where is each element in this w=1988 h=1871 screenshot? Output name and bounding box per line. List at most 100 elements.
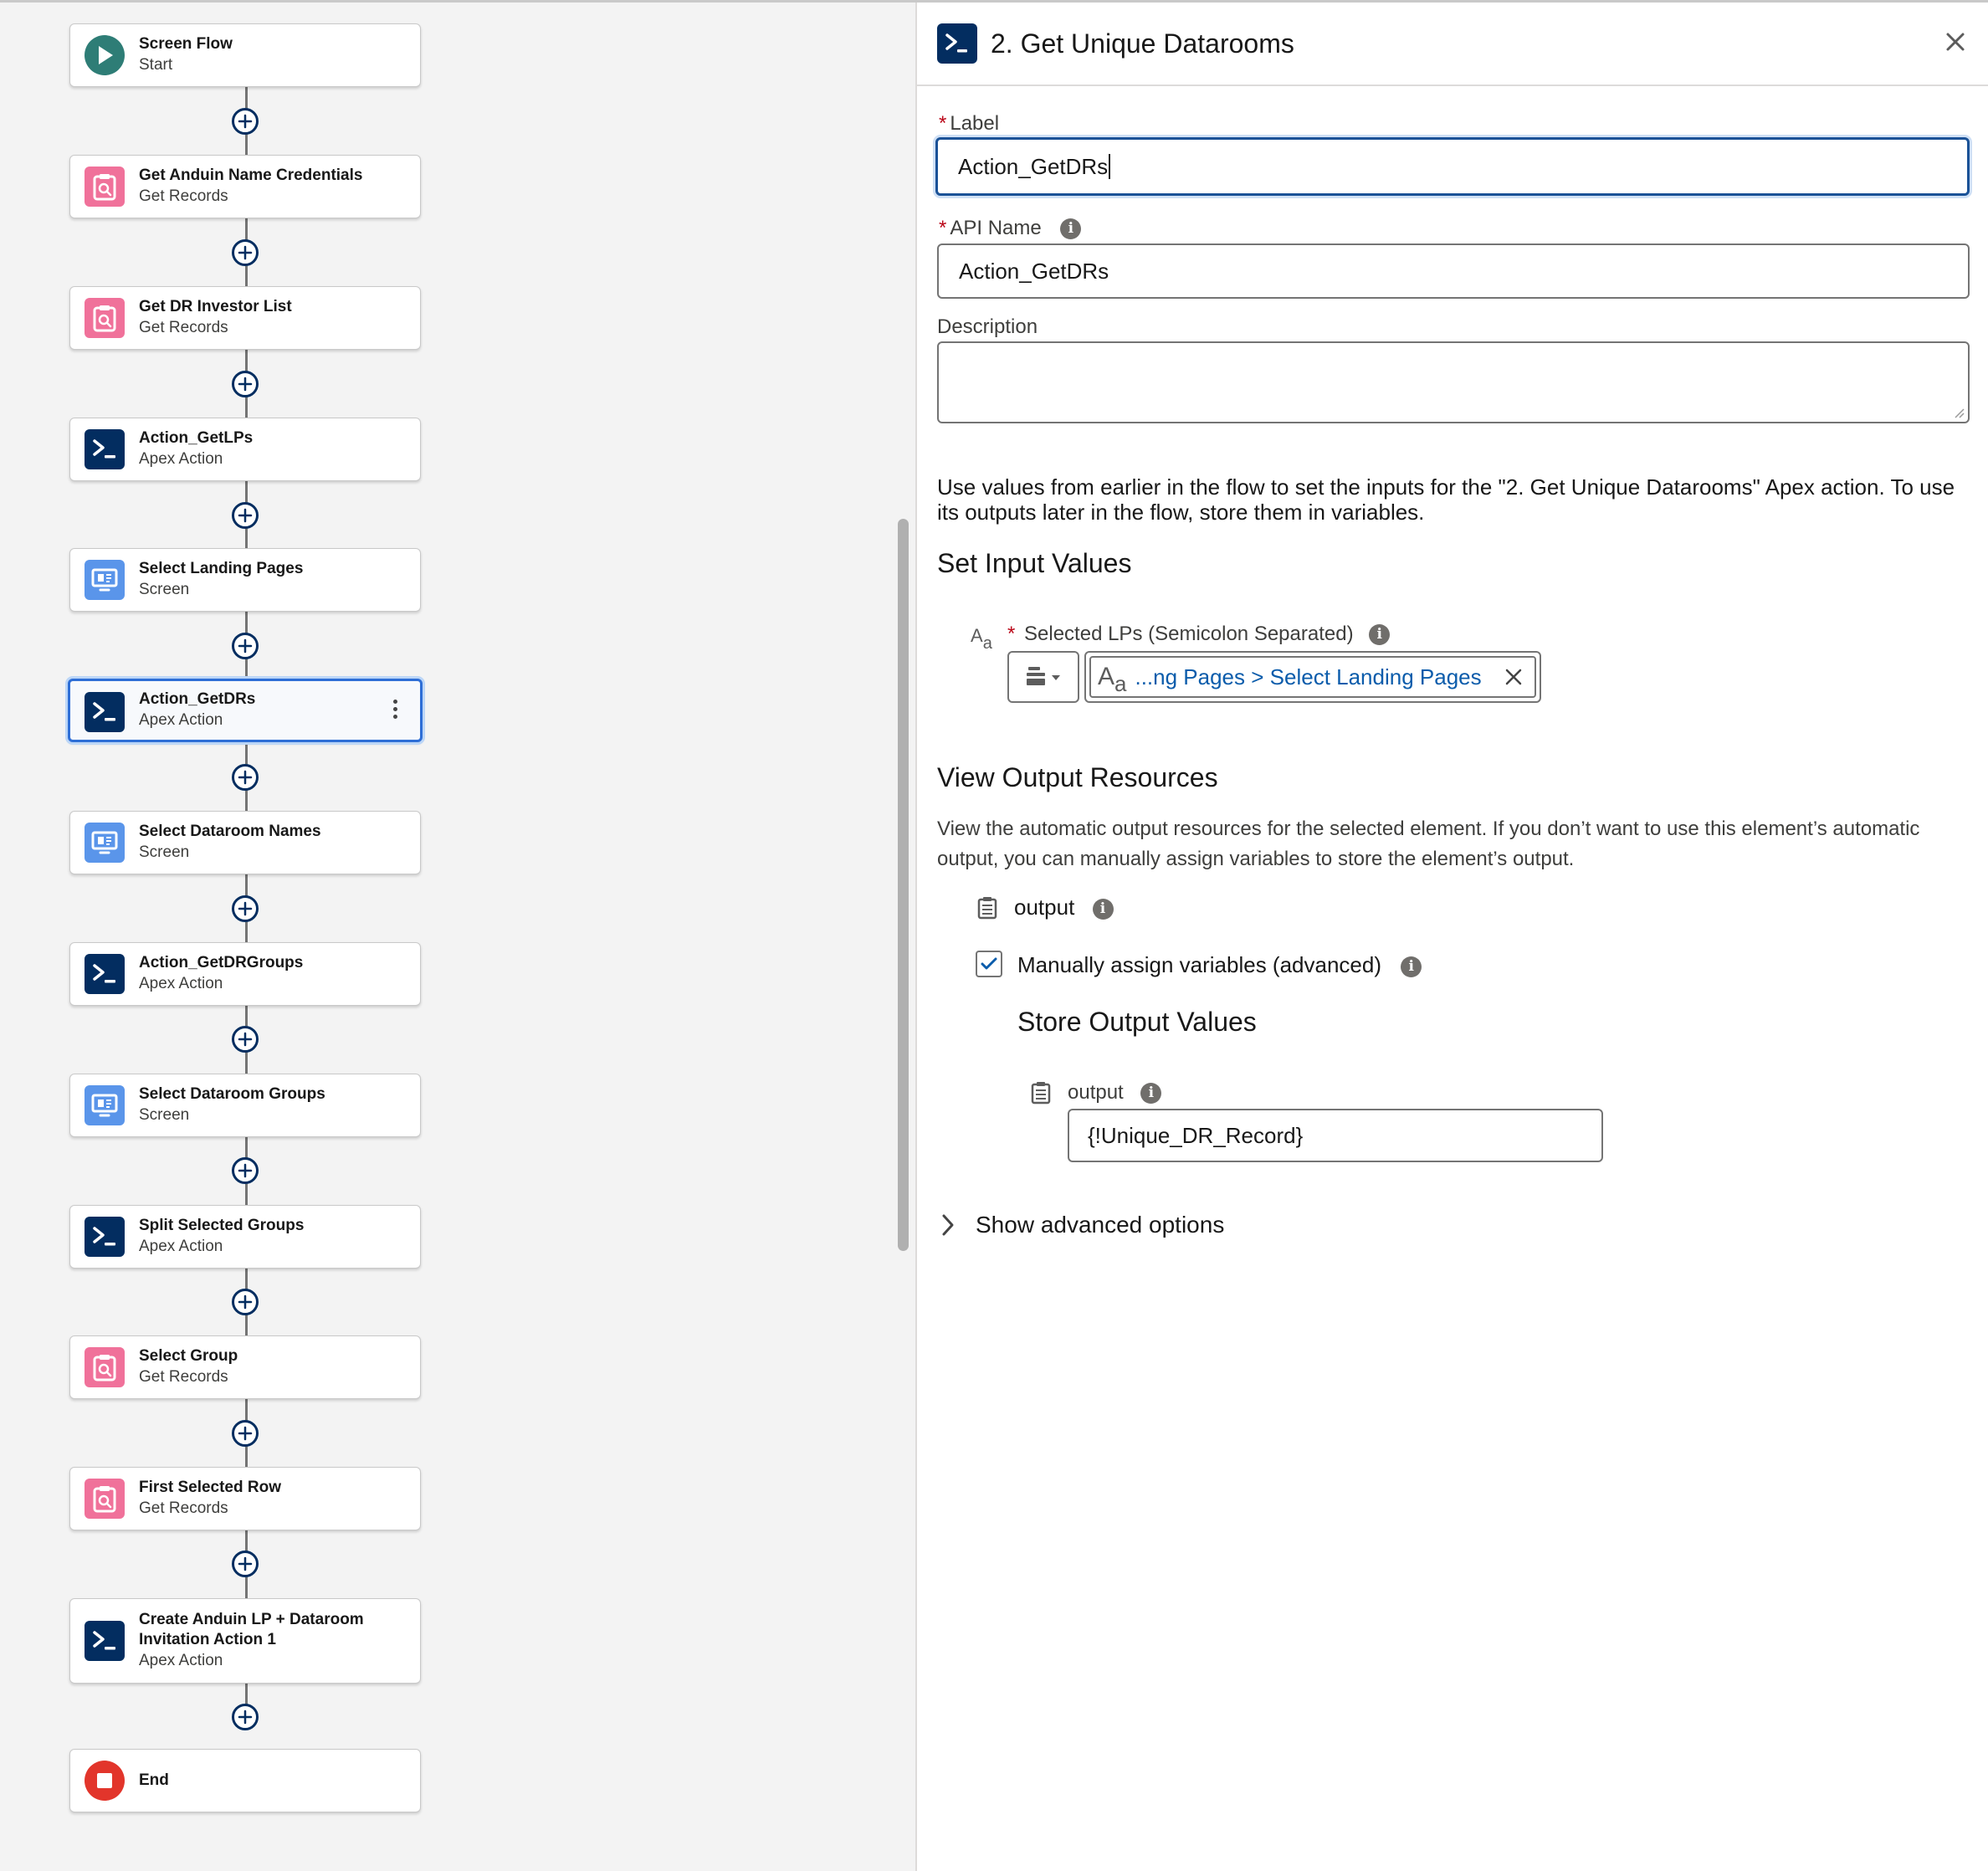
canvas-scrollbar[interactable] [898,519,909,1251]
flow-node-text: Create Anduin LP + Dataroom Invitation A… [139,1610,410,1672]
flow-node-action-getdrgroups[interactable]: Action_GetDRGroups Apex Action [69,942,421,1006]
add-element-button[interactable] [232,1289,259,1315]
flow-canvas[interactable]: Screen Flow Start Get Anduin Name Credenti… [0,3,894,1871]
info-icon[interactable]: i [1060,218,1082,240]
flow-node-title: Action_GetDRGroups [139,954,304,971]
remove-pill-icon[interactable] [1504,668,1523,686]
text-type-icon: Aa [971,625,992,653]
apex-action-icon [937,23,977,64]
store-output-input[interactable]: {!Unique_DR_Record} [1068,1109,1603,1162]
selected-resource-label: ...ng Pages > Select Landing Pages [1135,664,1482,689]
flow-node-get-anduin-name-credentials[interactable]: Get Anduin Name Credentials Get Records [69,155,421,218]
chevron-right-icon [942,1214,954,1236]
selected-resource-pill[interactable]: Aa ...ng Pages > Select Landing Pages [1089,656,1536,698]
flow-node-title: Select Group [139,1347,238,1365]
flow-node-title: Split Selected Groups [139,1217,305,1234]
add-element-button[interactable] [232,764,259,791]
flow-node-select-dataroom-groups[interactable]: Select Dataroom Groups Screen [69,1074,421,1137]
flow-node-type: Apex Action [139,1652,223,1669]
info-icon[interactable]: i [1401,956,1422,977]
api-name-field-label: * API Name i [939,216,1082,241]
plus-icon [238,1426,253,1441]
flow-node-type: Screen [139,1106,190,1124]
flow-node-screen-flow[interactable]: Screen Flow Start [69,23,421,87]
description-textarea[interactable] [937,341,1970,423]
close-panel-button[interactable] [1943,29,1968,54]
flow-node-text: Select Landing Pages Screen [139,559,410,601]
flow-node-text: Select Dataroom Names Screen [139,822,410,864]
label-input[interactable]: Action_GetDRs [935,137,1970,196]
flow-node-text: Split Selected Groups Apex Action [139,1216,410,1258]
view-output-heading: View Output Resources [937,762,1218,792]
resize-handle-icon[interactable] [1953,407,1965,418]
add-element-button[interactable] [232,108,259,135]
plus-icon [238,114,253,129]
flow-node-type: Start [139,56,173,74]
panel-header: 2. Get Unique Datarooms [917,3,1988,86]
info-icon[interactable]: i [1092,898,1114,920]
flow-node-type: Get Records [139,1499,228,1517]
add-element-button[interactable] [232,1420,259,1447]
flow-node-text: Select Dataroom Groups Screen [139,1084,410,1126]
flow-node-title: Select Dataroom Groups [139,1085,325,1103]
info-icon[interactable]: i [1140,1083,1162,1105]
more-actions-icon[interactable] [393,700,398,722]
flow-node-select-dataroom-names[interactable]: Select Dataroom Names Screen [69,811,421,874]
flow-node-select-landing-pages[interactable]: Select Landing Pages Screen [69,548,421,612]
resource-type-dropdown[interactable] [1007,651,1079,703]
show-advanced-toggle[interactable]: Show advanced options [937,1212,1224,1238]
add-element-button[interactable] [232,371,259,397]
flow-node-create-anduin-lp-dataroom-invitation-action-1[interactable]: Create Anduin LP + Dataroom Invitation A… [69,1598,421,1684]
clipboard-icon [1031,1082,1051,1105]
text-type-icon: Aa [1098,663,1127,696]
flow-node-action-getdrs[interactable]: Action_GetDRs Apex Action [68,679,423,742]
store-output-label: output i [1068,1080,1162,1105]
flow-node-first-selected-row[interactable]: First Selected Row Get Records [69,1467,421,1530]
get-records-icon [85,167,125,207]
plus-icon [238,1556,253,1571]
flow-node-get-dr-investor-list[interactable]: Get DR Investor List Get Records [69,286,421,350]
flow-node-text: Action_GetDRGroups Apex Action [139,953,410,995]
flow-node-type: Apex Action [139,975,223,992]
apex-action-icon [85,1621,125,1661]
flow-node-type: Get Records [139,319,228,336]
flow-node-type: Apex Action [139,1238,223,1255]
manual-assign-label: Manually assign variables (advanced) i [1017,952,1422,977]
screen-icon [85,823,125,863]
flow-node-title: Action_GetDRs [139,690,256,708]
add-element-button[interactable] [232,1704,259,1730]
screen-icon [85,560,125,600]
info-icon[interactable]: i [1369,624,1391,646]
flow-node-title: Action_GetLPs [139,429,254,447]
add-element-button[interactable] [232,633,259,659]
get-records-icon [85,298,125,338]
flow-node-title: Get Anduin Name Credentials [139,167,363,184]
plus-icon [238,508,253,523]
checkmark-icon [981,957,997,970]
flow-node-select-group[interactable]: Select Group Get Records [69,1335,421,1399]
add-element-button[interactable] [232,1551,259,1577]
flow-node-text: Select Group Get Records [139,1346,410,1388]
flow-node-text: First Selected Row Get Records [139,1478,410,1520]
flow-node-end[interactable]: End [69,1749,421,1812]
close-icon [1946,33,1965,51]
flow-node-action-getlps[interactable]: Action_GetLPs Apex Action [69,418,421,481]
input-value-combobox[interactable]: Aa ...ng Pages > Select Landing Pages [1084,651,1541,703]
api-name-input[interactable]: Action_GetDRs [937,243,1970,299]
add-element-button[interactable] [232,502,259,529]
flow-node-title: Select Dataroom Names [139,823,321,840]
add-element-button[interactable] [232,1157,259,1184]
store-output-heading: Store Output Values [1017,1007,1257,1037]
flow-node-split-selected-groups[interactable]: Split Selected Groups Apex Action [69,1205,421,1269]
flow-node-title: Screen Flow [139,35,233,53]
panel-title: 2. Get Unique Datarooms [991,28,1294,59]
add-element-button[interactable] [232,895,259,922]
flow-node-title: Select Landing Pages [139,560,304,577]
add-element-button[interactable] [232,1026,259,1053]
flow-node-type: Get Records [139,1368,228,1386]
manual-assign-checkbox[interactable] [976,951,1002,977]
add-element-button[interactable] [232,239,259,266]
flow-node-type: Screen [139,581,190,598]
plus-icon [238,1294,253,1310]
clipboard-icon [977,897,997,920]
